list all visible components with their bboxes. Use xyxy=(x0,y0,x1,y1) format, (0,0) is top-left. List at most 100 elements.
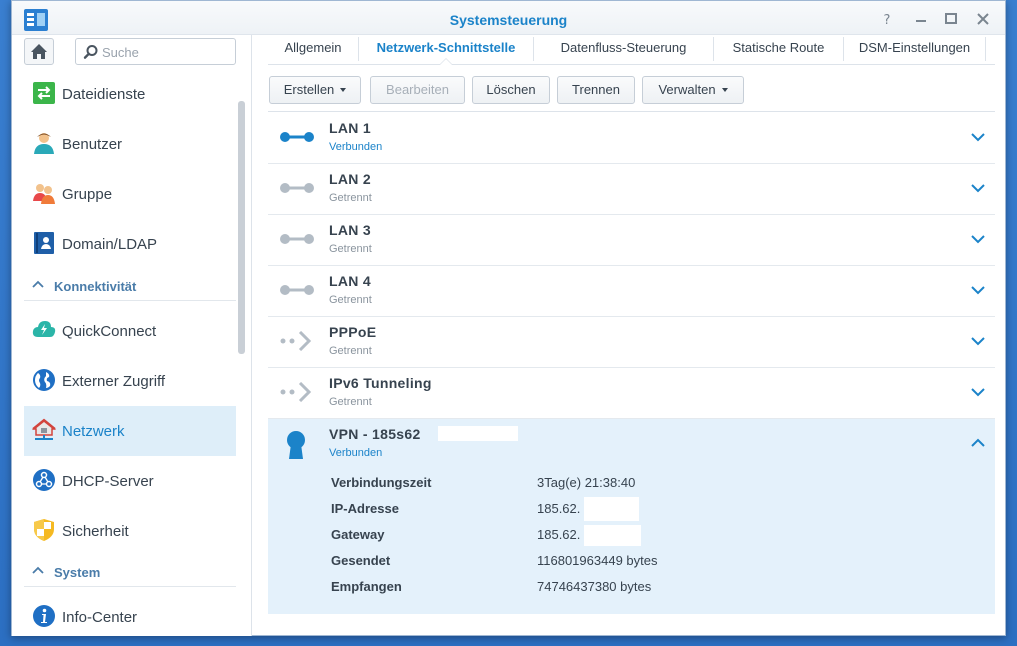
interface-row-lan3[interactable]: LAN 3 Getrennt xyxy=(268,215,995,266)
interface-status: Verbunden xyxy=(329,141,383,153)
interface-status: Getrennt xyxy=(329,396,372,408)
manage-button-label: Verwalten xyxy=(658,82,716,97)
chevron-up-icon xyxy=(32,280,44,288)
disconnect-button[interactable]: Trennen xyxy=(557,76,635,104)
chevron-up-icon xyxy=(32,566,44,574)
interface-status: Verbunden xyxy=(329,447,383,459)
home-button[interactable] xyxy=(24,38,54,65)
interface-name: LAN 1 xyxy=(329,120,371,136)
interface-status: Getrennt xyxy=(329,294,372,306)
interface-row-lan2[interactable]: LAN 2 Getrennt xyxy=(268,164,995,215)
tab-allgemein[interactable]: Allgemein xyxy=(268,37,359,61)
security-shield-icon xyxy=(34,519,54,541)
sidebar-item-quickconnect[interactable]: QuickConnect xyxy=(24,306,236,356)
minimize-icon[interactable] xyxy=(912,10,930,28)
search-input[interactable] xyxy=(102,43,230,61)
section-label: Konnektivität xyxy=(54,279,137,294)
interface-row-ipv6-tunneling[interactable]: IPv6 Tunneling Getrennt xyxy=(268,368,995,419)
detail-value: 116801963449 bytes xyxy=(537,553,658,568)
sidebar-item-netzwerk[interactable]: Netzwerk xyxy=(24,406,236,456)
window-title: Systemsteuerung xyxy=(449,12,568,28)
chevron-down-icon[interactable] xyxy=(971,336,985,346)
search-box[interactable] xyxy=(75,38,236,65)
sidebar-item-gruppe[interactable]: Gruppe xyxy=(24,169,236,219)
edit-button[interactable]: Bearbeiten xyxy=(370,76,465,104)
sidebar-item-label: DHCP-Server xyxy=(62,473,154,490)
maximize-icon[interactable] xyxy=(942,10,960,28)
detail-key: Verbindungszeit xyxy=(331,475,432,490)
interface-status: Getrennt xyxy=(329,192,372,204)
file-services-icon xyxy=(33,82,55,104)
lan-disconnected-icon xyxy=(280,183,314,193)
control-panel-window: Systemsteuerung ? Suche Dateidienste Ben… xyxy=(11,0,1006,636)
interface-name: LAN 3 xyxy=(329,222,371,238)
tab-datenfluss-steuerung[interactable]: Datenfluss-Steuerung xyxy=(534,37,714,61)
active-tab-indicator xyxy=(439,58,453,65)
section-konnektivitaet[interactable]: Konnektivität xyxy=(24,271,236,301)
group-icon xyxy=(33,184,55,204)
search-icon xyxy=(83,45,98,59)
interface-row-lan1[interactable]: LAN 1 Verbunden xyxy=(268,113,995,164)
chevron-down-icon[interactable] xyxy=(971,387,985,397)
redacted-block xyxy=(584,497,639,521)
close-icon[interactable] xyxy=(974,10,992,28)
manage-button[interactable]: Verwalten xyxy=(642,76,744,104)
sidebar-item-label: Domain/LDAP xyxy=(62,236,158,253)
detail-value: 185.62. xyxy=(537,527,581,542)
create-button[interactable]: Erstellen xyxy=(269,76,361,104)
create-button-label: Erstellen xyxy=(283,82,335,97)
detail-value: 3Tag(e) 21:38:40 xyxy=(537,475,636,490)
tab-dsm-einstellungen[interactable]: DSM-Einstellungen xyxy=(844,37,986,61)
tunnel-arrow-icon xyxy=(280,382,312,402)
sidebar-item-externer-zugriff[interactable]: Externer Zugriff xyxy=(24,356,236,406)
interface-row-pppoe[interactable]: PPPoE Getrennt xyxy=(268,317,995,368)
chevron-down-icon[interactable] xyxy=(971,285,985,295)
chevron-up-icon[interactable] xyxy=(971,438,985,448)
redacted-block xyxy=(584,525,641,546)
chevron-down-icon[interactable] xyxy=(971,183,985,193)
sidebar-item-label: Netzwerk xyxy=(62,423,125,440)
sidebar-item-domain-ldap[interactable]: Domain/LDAP xyxy=(24,219,236,269)
interface-status: Getrennt xyxy=(329,243,372,255)
section-system[interactable]: System xyxy=(24,557,236,587)
interface-status: Getrennt xyxy=(329,345,372,357)
chevron-down-icon[interactable] xyxy=(971,132,985,142)
tab-statische-route[interactable]: Statische Route xyxy=(714,37,844,61)
title-bar[interactable]: Systemsteuerung ? xyxy=(12,1,1005,35)
sidebar-item-benutzer[interactable]: Benutzer xyxy=(24,119,236,169)
sidebar-item-dhcp-server[interactable]: DHCP-Server xyxy=(24,456,236,506)
vpn-keyhole-icon xyxy=(287,431,305,459)
sidebar: Dateidienste Benutzer Gruppe xyxy=(12,35,252,636)
domain-ldap-icon xyxy=(34,232,54,254)
delete-button[interactable]: Löschen xyxy=(472,76,550,104)
svg-text:?: ? xyxy=(884,13,891,28)
chevron-down-icon[interactable] xyxy=(971,234,985,244)
toolbar-divider xyxy=(268,111,995,112)
detail-key: Gateway xyxy=(331,527,385,542)
sidebar-item-label: Externer Zugriff xyxy=(62,373,166,390)
pppoe-arrow-icon xyxy=(280,331,312,351)
home-icon xyxy=(31,44,47,59)
sidebar-item-dateidienste[interactable]: Dateidienste xyxy=(24,69,236,119)
interface-name: LAN 4 xyxy=(329,273,371,289)
sidebar-item-label: QuickConnect xyxy=(62,323,157,340)
interface-row-vpn-expanded[interactable]: VPN - 185s62 Verbunden Verbindungszeit 3… xyxy=(268,419,995,614)
sidebar-item-label: Sicherheit xyxy=(62,523,129,540)
interface-name: VPN - 185s62 xyxy=(329,426,421,442)
lan-connected-icon xyxy=(280,132,314,142)
sidebar-item-label: Info-Center xyxy=(62,609,138,626)
interface-row-lan4[interactable]: LAN 4 Getrennt xyxy=(268,266,995,317)
network-house-icon xyxy=(32,418,56,440)
help-icon[interactable]: ? xyxy=(878,10,896,28)
globe-icon xyxy=(33,369,55,391)
sidebar-item-info-center[interactable]: Info-Center xyxy=(24,592,236,642)
quickconnect-icon xyxy=(32,321,56,337)
sidebar-scrollbar[interactable] xyxy=(238,101,245,354)
sidebar-item-label: Dateidienste xyxy=(62,86,146,103)
sidebar-item-sicherheit[interactable]: Sicherheit xyxy=(24,506,236,556)
sidebar-item-label: Gruppe xyxy=(62,186,113,203)
interface-name: LAN 2 xyxy=(329,171,371,187)
interface-name: IPv6 Tunneling xyxy=(329,375,432,391)
dropdown-caret-icon xyxy=(721,88,728,92)
detail-value: 74746437380 bytes xyxy=(537,579,652,594)
